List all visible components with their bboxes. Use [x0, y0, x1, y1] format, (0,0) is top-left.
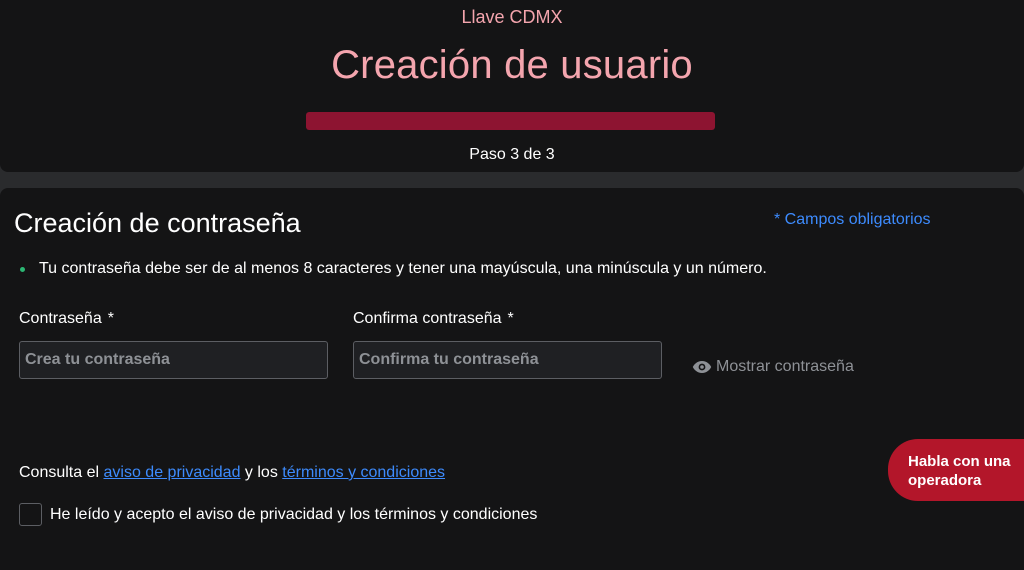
consult-text: Consulta el aviso de privacidad y los té…	[19, 464, 445, 482]
confirm-label: Confirma contraseña *	[353, 310, 514, 328]
page-title: Creación de usuario	[331, 43, 693, 87]
app-title: Llave CDMX	[461, 7, 563, 27]
chat-operator-button[interactable]: Habla con una operadora	[888, 439, 1024, 501]
progress-bar	[306, 112, 715, 130]
confirm-label-text: Confirma contraseña	[353, 310, 502, 327]
bullet-dot	[20, 266, 25, 272]
confirm-password-input[interactable]	[353, 341, 662, 379]
privacy-notice-link[interactable]: aviso de privacidad	[104, 464, 241, 481]
password-input[interactable]	[19, 341, 328, 379]
consult-middle: y los	[240, 464, 283, 481]
form-card: Creación de contraseña * Campos obligato…	[0, 188, 1024, 570]
password-label: Contraseña *	[19, 310, 114, 328]
chat-line-1: Habla con una	[908, 453, 1011, 470]
accept-terms-label: He leído y acepto el aviso de privacidad…	[50, 505, 538, 523]
password-label-text: Contraseña	[19, 310, 102, 327]
accept-terms-row: He leído y acepto el aviso de privacidad…	[19, 503, 537, 526]
section-title: Creación de contraseña	[14, 208, 301, 238]
consult-prefix: Consulta el	[19, 464, 104, 481]
eye-icon	[692, 361, 712, 373]
required-mark: *	[107, 310, 114, 327]
required-note: * Campos obligatorios	[774, 211, 931, 228]
password-rule-text: Tu contraseña debe ser de al menos 8 car…	[39, 260, 767, 277]
password-rule: Tu contraseña debe ser de al menos 8 car…	[20, 260, 767, 278]
step-label: Paso 3 de 3	[469, 146, 555, 163]
required-mark: *	[507, 310, 514, 327]
accept-terms-checkbox[interactable]	[19, 503, 42, 526]
header-card: Llave CDMX Creación de usuario Paso 3 de…	[0, 0, 1024, 172]
chat-line-2: operadora	[908, 472, 982, 489]
show-password-label: Mostrar contraseña	[716, 358, 854, 375]
terms-link[interactable]: términos y condiciones	[282, 464, 445, 481]
progress-fill	[306, 112, 715, 130]
show-password-toggle[interactable]: Mostrar contraseña	[692, 358, 854, 376]
